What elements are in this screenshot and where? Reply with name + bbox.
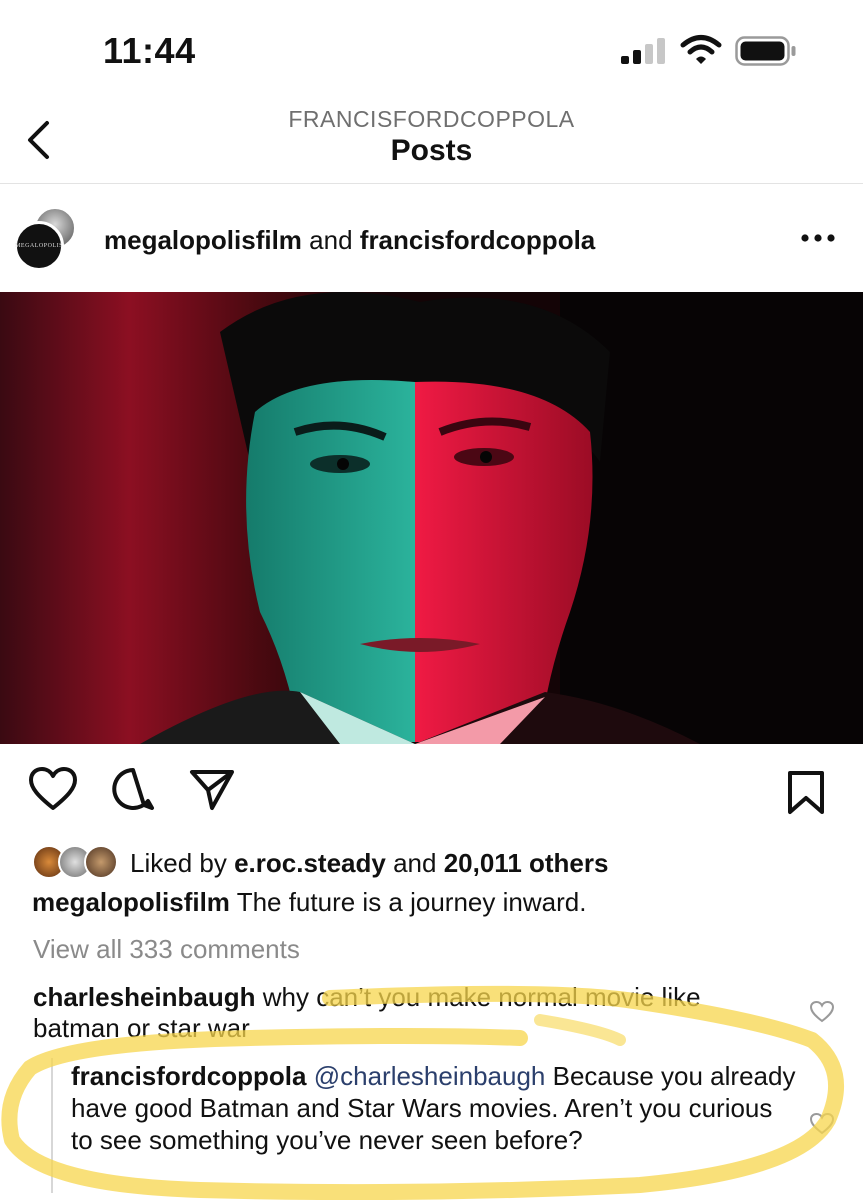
post-authors: megalopolisfilm and francisfordcoppola (104, 225, 595, 256)
likes-text: Liked by e.roc.steady and 20,011 others (130, 848, 608, 879)
reply-item: francisfordcoppola @charlesheinbaugh Bec… (71, 1060, 801, 1156)
comment-username[interactable]: charlesheinbaugh (33, 982, 256, 1012)
author-link-primary[interactable]: megalopolisfilm (104, 225, 302, 255)
post-photo[interactable] (0, 292, 863, 744)
likes-joiner: and (393, 848, 437, 878)
more-horizontal-icon[interactable] (800, 233, 836, 243)
likes-prefix: Liked by (130, 848, 227, 878)
view-all-comments-link[interactable]: View all 333 comments (33, 934, 300, 965)
post-caption: megalopolisfilm The future is a journey … (32, 887, 586, 918)
page-title: Posts (390, 134, 473, 167)
post-photo-art (0, 292, 863, 744)
nav-header: FRANCISFORDCOPPOLA Posts (0, 100, 863, 184)
comment-like-heart-icon[interactable] (809, 1000, 835, 1024)
battery-icon (735, 36, 796, 66)
liker-avatars (32, 845, 124, 879)
cellular-signal-icon (621, 38, 665, 64)
header-username: FRANCISFORDCOPPOLA (288, 106, 575, 132)
avatar-megalopolisfilm[interactable]: MEGALOPOLIS (14, 221, 64, 271)
post-header: MEGALOPOLIS megalopolisfilm and francisf… (0, 185, 863, 291)
wifi-icon (680, 35, 722, 64)
avatar-logo-text: MEGALOPOLIS (15, 243, 63, 249)
liker-avatar (84, 845, 118, 879)
reply-username[interactable]: francisfordcoppola (71, 1061, 306, 1091)
likes-count[interactable]: 20,011 others (444, 848, 609, 878)
likes-summary[interactable]: Liked by e.roc.steady and 20,011 others (32, 843, 862, 883)
status-bar: 11:44 (0, 0, 863, 100)
avatar-stack[interactable]: MEGALOPOLIS (14, 207, 80, 271)
liker-username[interactable]: e.roc.steady (234, 848, 386, 878)
caption-username[interactable]: megalopolisfilm (32, 887, 230, 917)
comment-icon[interactable] (110, 766, 156, 812)
post-actions (0, 760, 863, 830)
reply-like-heart-icon[interactable] (809, 1112, 835, 1136)
bookmark-icon[interactable] (786, 770, 826, 816)
status-time: 11:44 (103, 30, 196, 71)
author-joiner: and (309, 225, 353, 255)
reply-thread-line (51, 1058, 53, 1193)
caption-text: The future is a journey inward. (236, 887, 587, 917)
author-link-secondary[interactable]: francisfordcoppola (360, 225, 595, 255)
reply-mention[interactable]: @charlesheinbaugh (314, 1061, 546, 1091)
comment-item: charlesheinbaugh why can’t you make norm… (33, 982, 793, 1044)
heart-icon[interactable] (28, 766, 78, 812)
share-icon[interactable] (188, 768, 236, 812)
